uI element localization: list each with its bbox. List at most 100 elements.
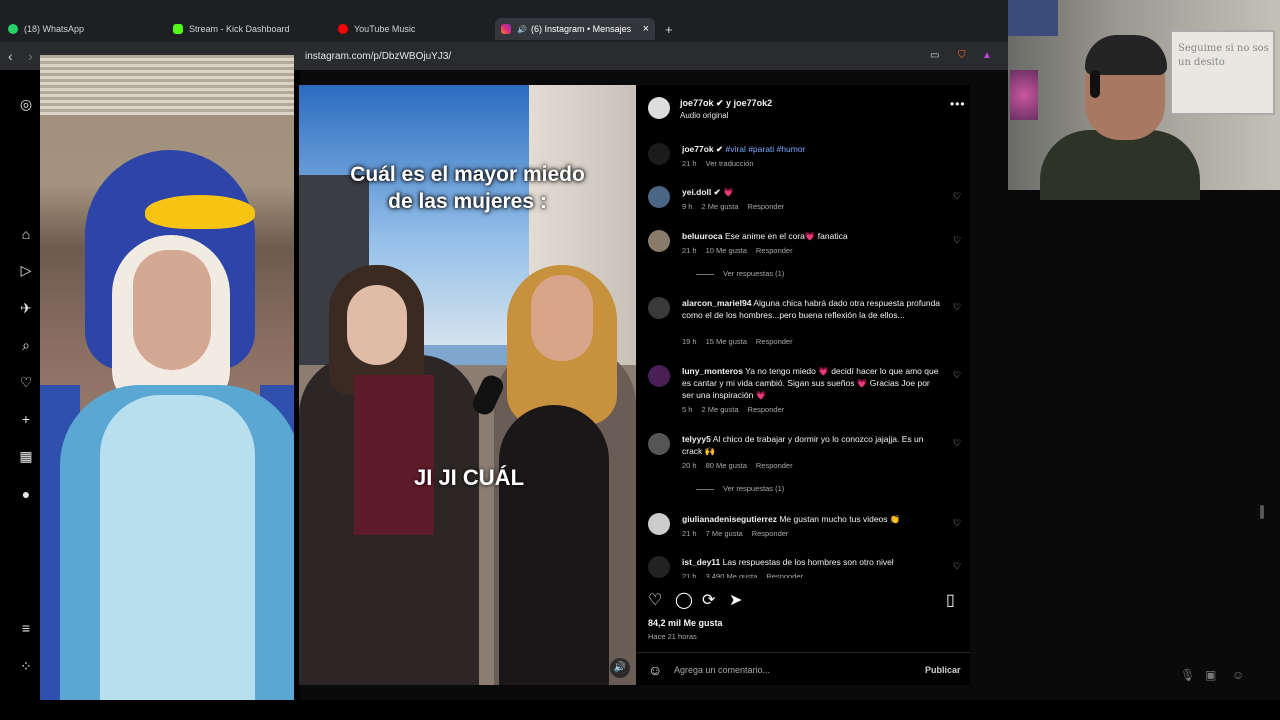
post-actions: ♡ ◯ ⟳ ➤ ▯: [648, 590, 963, 612]
comment-likes[interactable]: 2 Me gusta: [701, 405, 738, 414]
comment-composer: ☺ Agrega un comentario... Publicar: [636, 652, 970, 685]
browser-tab-bar: (18) WhatsApp Stream - Kick Dashboard Yo…: [0, 0, 1008, 42]
comment-avatar[interactable]: [648, 186, 670, 208]
close-tab-button[interactable]: ×: [643, 23, 649, 35]
comment-avatar[interactable]: [648, 297, 670, 319]
profile-icon[interactable]: ●: [18, 486, 34, 502]
comment-likes[interactable]: 15 Me gusta: [706, 337, 747, 346]
comment-time: 21 h: [682, 529, 697, 538]
reply-button[interactable]: Responder: [748, 202, 785, 211]
comment-avatar[interactable]: [648, 365, 670, 387]
apps-icon[interactable]: ⁘: [18, 658, 34, 674]
comment-like-icon[interactable]: ♡: [953, 191, 961, 202]
comment-time: 9 h: [682, 202, 693, 211]
comment-username[interactable]: giulianadenisegutierrez: [682, 514, 777, 524]
repost-icon[interactable]: ⟳: [702, 590, 715, 610]
comment-body: Me gustan mucho tus videos 👏: [779, 514, 901, 524]
tab-instagram[interactable]: 🔊 (6) Instagram • Mensajes ×: [495, 18, 655, 40]
home-icon[interactable]: ⌂: [18, 226, 34, 242]
comment-avatar[interactable]: [648, 433, 670, 455]
rewards-icon[interactable]: ▲: [982, 50, 992, 61]
comment-username[interactable]: joe77ok ✔: [682, 144, 723, 154]
comment-likes[interactable]: Ver traducción: [706, 159, 754, 168]
comment-avatar[interactable]: [648, 513, 670, 535]
webcam-flower: [1010, 70, 1038, 120]
comment-username[interactable]: yei.doll ✔: [682, 187, 721, 197]
heart-icon[interactable]: ♡: [18, 374, 34, 390]
reply-button[interactable]: Responder: [752, 529, 789, 538]
cast-icon[interactable]: ▭: [930, 50, 939, 61]
comment-username[interactable]: beluuroca: [682, 231, 723, 241]
comment-meta: 21 h 7 Me gusta Responder: [682, 529, 797, 538]
search-icon[interactable]: ⌕: [18, 337, 34, 353]
reel-video[interactable]: Cuál es el mayor miedo de las mujeres : …: [299, 85, 636, 685]
emoji-icon[interactable]: ☺: [648, 662, 662, 678]
tab-kick[interactable]: Stream - Kick Dashboard: [173, 18, 290, 40]
comment-input[interactable]: Agrega un comentario...: [674, 665, 770, 675]
comment-like-icon[interactable]: ♡: [953, 518, 961, 529]
messages-icon[interactable]: ✈: [18, 300, 34, 316]
reply-button[interactable]: Responder: [756, 337, 793, 346]
comment-username[interactable]: alarcon_mariel94: [682, 298, 751, 308]
comment-avatar[interactable]: [648, 556, 670, 578]
instagram-sidebar: ◎ ⌂ ▷ ✈ ⌕ ♡ + ▦ ● ≡ ⁘: [0, 70, 40, 700]
bookmark-icon[interactable]: ▯: [946, 590, 955, 610]
comment-icon[interactable]: ◯: [675, 590, 693, 610]
reply-button[interactable]: Responder: [756, 246, 793, 255]
comment-like-icon[interactable]: ♡: [953, 235, 961, 246]
image-icon[interactable]: ▣: [1205, 668, 1216, 682]
video-shadow: [499, 405, 609, 685]
comment-like-icon[interactable]: ♡: [953, 561, 961, 572]
view-replies-button[interactable]: Ver respuestas (1): [696, 484, 784, 493]
audio-label[interactable]: Audio original: [680, 111, 728, 120]
create-icon[interactable]: +: [18, 411, 34, 427]
sticker-icon[interactable]: ☺: [1232, 668, 1244, 682]
reply-button[interactable]: Responder: [748, 405, 785, 414]
microphone-icon[interactable]: 🎙: [1180, 668, 1195, 682]
comment-username[interactable]: luny_monteros: [682, 366, 743, 376]
comment-text: telyyy5 Al chico de trabajar y dormir yo…: [682, 433, 942, 457]
reply-button[interactable]: Responder: [766, 572, 803, 578]
comment-likes[interactable]: 10 Me gusta: [706, 246, 747, 255]
scrollbar[interactable]: [1260, 505, 1264, 519]
new-tab-button[interactable]: +: [665, 18, 673, 40]
background-post-image: [40, 55, 294, 700]
author-names[interactable]: joe77ok ✔ y joe77ok2: [680, 98, 772, 109]
view-replies-button[interactable]: Ver respuestas (1): [696, 269, 784, 278]
comment-avatar[interactable]: [648, 230, 670, 252]
comment-avatar[interactable]: [648, 143, 670, 165]
likes-count[interactable]: 84,2 mil Me gusta: [648, 618, 723, 628]
comment-username[interactable]: telyyy5: [682, 434, 711, 444]
comments-list[interactable]: joe77ok ✔ #viral #parati #humor 21 h Ver t…: [636, 133, 970, 578]
webcam-whiteboard: Seguime si no sos un desito: [1170, 30, 1275, 115]
like-icon[interactable]: ♡: [648, 590, 662, 610]
url-field[interactable]: instagram.com/p/DbzWBOjuYJ3/: [305, 51, 451, 62]
comment-likes[interactable]: 2 Me gusta: [701, 202, 738, 211]
comment-like-icon[interactable]: ♡: [953, 438, 961, 449]
comment-username[interactable]: ist_dey11: [682, 557, 720, 567]
comment-meta: 9 h 2 Me gusta Responder: [682, 202, 793, 211]
more-options-icon[interactable]: •••: [950, 97, 966, 111]
author-avatar[interactable]: [648, 97, 670, 119]
tab-whatsapp[interactable]: (18) WhatsApp: [8, 18, 84, 40]
comment-likes[interactable]: 3.490 Me gusta: [706, 572, 758, 578]
comment-like-icon[interactable]: ♡: [953, 370, 961, 381]
volume-icon[interactable]: 🔊: [610, 658, 630, 678]
brave-shield-icon[interactable]: ⛉: [958, 50, 966, 61]
instagram-logo-icon[interactable]: ◎: [18, 96, 34, 112]
back-icon[interactable]: ‹: [8, 48, 13, 64]
menu-icon[interactable]: ≡: [18, 620, 34, 636]
dashboard-icon[interactable]: ▦: [18, 448, 34, 464]
forward-icon[interactable]: ›: [28, 48, 33, 64]
reels-icon[interactable]: ▷: [18, 262, 34, 278]
video-woman-shirt: [354, 375, 434, 535]
instagram-icon: [501, 24, 511, 34]
comment-likes[interactable]: 80 Me gusta: [706, 461, 747, 470]
tab-youtube-music[interactable]: YouTube Music: [338, 18, 415, 40]
publish-button[interactable]: Publicar: [925, 665, 961, 675]
comment-likes[interactable]: 7 Me gusta: [706, 529, 743, 538]
share-icon[interactable]: ➤: [729, 590, 742, 610]
comment-meta: 21 h 10 Me gusta Responder: [682, 246, 802, 255]
comment-like-icon[interactable]: ♡: [953, 302, 961, 313]
reply-button[interactable]: Responder: [756, 461, 793, 470]
